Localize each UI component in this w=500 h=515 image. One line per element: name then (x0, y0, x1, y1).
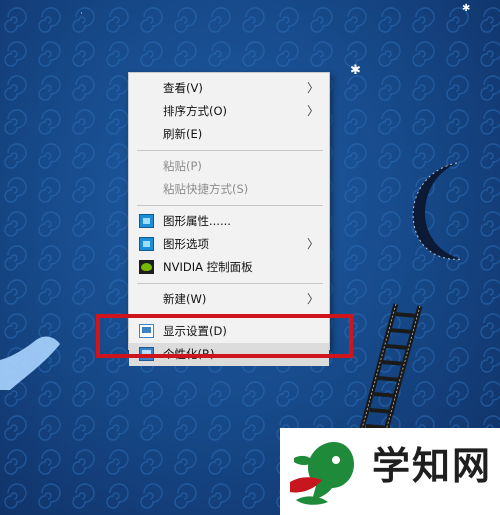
menu-item-sort-by[interactable]: 排序方式(O) 〉 (129, 100, 329, 123)
star-icon: ✱ (350, 63, 361, 78)
watermark-text: 学知网 (372, 444, 493, 488)
graphics-properties-icon (139, 214, 154, 228)
desktop-context-menu: 查看(V) 〉 排序方式(O) 〉 刷新(E) 粘贴(P) 粘贴快捷方式(S) … (128, 72, 330, 366)
desktop-background: ✱ ✱ · 查看(V) 〉 排序方式(O) 〉 刷新(E) 粘贴(P) 粘贴快捷… (0, 0, 500, 515)
highlight-annotation-box (96, 314, 353, 358)
menu-item-view[interactable]: 查看(V) 〉 (129, 77, 329, 100)
watermark-logo (290, 442, 354, 505)
menu-item-label: NVIDIA 控制面板 (163, 260, 253, 274)
star-icon: · (80, 9, 83, 19)
graphics-options-icon (139, 237, 154, 251)
menu-item-label: 新建(W) (163, 292, 207, 306)
chevron-right-icon: 〉 (306, 237, 319, 251)
menu-separator (137, 205, 323, 206)
menu-item-label: 图形选项 (163, 237, 209, 251)
chevron-right-icon: 〉 (306, 81, 319, 95)
menu-item-label: 粘贴快捷方式(S) (163, 182, 249, 196)
watermark: 学知网 (280, 428, 500, 515)
menu-item-nvidia-control-panel[interactable]: NVIDIA 控制面板 (129, 256, 329, 279)
menu-item-label: 粘贴(P) (163, 159, 202, 173)
menu-separator (137, 283, 323, 284)
menu-item-label: 排序方式(O) (163, 104, 228, 118)
crescent-moon (412, 162, 462, 260)
menu-separator (137, 150, 323, 151)
menu-item-label: 刷新(E) (163, 127, 203, 141)
menu-item-paste-shortcut: 粘贴快捷方式(S) (129, 178, 329, 201)
menu-item-label: 图形属性...... (163, 214, 231, 228)
cloud-decoration (0, 336, 60, 390)
ladder-decoration (357, 303, 423, 439)
menu-item-paste: 粘贴(P) (129, 155, 329, 178)
star-icon: ✱ (462, 3, 471, 14)
menu-item-new[interactable]: 新建(W) 〉 (129, 288, 329, 311)
nvidia-icon (139, 260, 154, 274)
menu-item-label: 查看(V) (163, 81, 203, 95)
chevron-right-icon: 〉 (306, 104, 319, 118)
menu-item-graphics-options[interactable]: 图形选项 〉 (129, 233, 329, 256)
menu-item-refresh[interactable]: 刷新(E) (129, 123, 329, 146)
menu-item-graphics-properties[interactable]: 图形属性...... (129, 210, 329, 233)
chevron-right-icon: 〉 (306, 292, 319, 306)
